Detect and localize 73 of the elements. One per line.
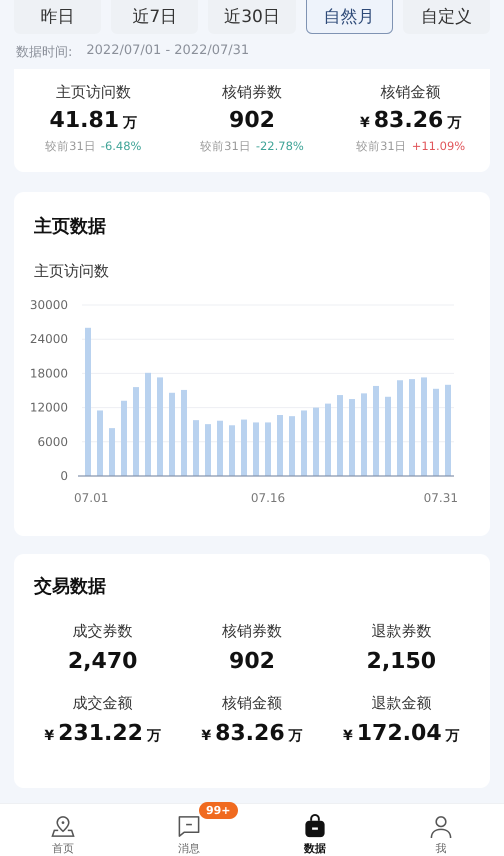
x-axis-label: 07.01 xyxy=(74,491,108,505)
bar xyxy=(265,422,271,476)
currency-symbol: ¥ xyxy=(201,728,212,744)
range-tab[interactable]: 自定义 xyxy=(402,0,490,34)
y-axis-label: 24000 xyxy=(30,332,68,346)
section-title: 交易数据 xyxy=(34,575,107,598)
y-axis-label: 0 xyxy=(60,469,68,483)
metric-value: 2,470 xyxy=(68,649,138,674)
range-tab[interactable]: 自然月 xyxy=(306,0,393,34)
bar xyxy=(109,428,115,476)
nav-tab[interactable]: 我 xyxy=(378,804,504,856)
date-range-label: 数据时间: xyxy=(16,44,72,62)
section-title: 主页数据 xyxy=(34,215,107,238)
bar xyxy=(97,410,103,476)
bar xyxy=(241,420,247,476)
compare-label: 较前31日 xyxy=(45,139,96,154)
date-range-value: 2022/07/01 - 2022/07/31 xyxy=(86,43,250,60)
metric-value: 83.26 xyxy=(374,108,444,133)
range-tab[interactable]: 近30日 xyxy=(208,0,296,34)
bar xyxy=(277,415,283,476)
metric-label: 成交金额 xyxy=(72,694,133,713)
unread-count-badge: 99+ xyxy=(199,802,238,819)
unit-label: 万 xyxy=(146,727,161,745)
compare-label: 较前31日 xyxy=(356,139,407,154)
unit-label: 万 xyxy=(446,727,460,745)
nav-tab[interactable]: 消息 99+ xyxy=(126,804,252,856)
bar xyxy=(229,425,235,476)
x-axis-label: 07.16 xyxy=(250,491,286,505)
bar xyxy=(205,424,211,476)
chart-title: 主页访问数 xyxy=(34,262,110,281)
x-axis-label: 07.31 xyxy=(424,491,458,505)
currency-symbol: ¥ xyxy=(44,728,54,744)
metric-label: 核销券数 xyxy=(222,622,282,641)
metric-value: 83.26 xyxy=(215,721,285,746)
range-tab[interactable]: 昨日 xyxy=(14,0,102,34)
y-axis-label: 30000 xyxy=(30,298,68,312)
metric-value: 2,150 xyxy=(366,649,436,674)
metric-label: 核销金额 xyxy=(380,83,441,102)
metric-value: 902 xyxy=(229,649,275,674)
bar xyxy=(193,420,199,476)
bar xyxy=(217,420,223,476)
metric-value: 231.22 xyxy=(58,721,143,746)
metric-label: 退款金额 xyxy=(371,694,432,713)
metric-value: 41.81 xyxy=(50,108,120,133)
metric-value: 902 xyxy=(229,108,275,133)
unit-label: 万 xyxy=(288,727,303,745)
nav-tab[interactable]: 数据 xyxy=(252,804,378,856)
metric-label: 退款券数 xyxy=(371,622,432,641)
metric-value: 172.04 xyxy=(356,721,442,746)
metric-label: 核销金额 xyxy=(222,694,282,713)
metric-label: 成交券数 xyxy=(72,622,133,641)
location-pin-icon xyxy=(50,814,76,839)
person-icon xyxy=(428,814,454,839)
message-icon xyxy=(176,814,202,839)
nav-tab[interactable]: 首页 xyxy=(0,804,126,856)
unit-label: 万 xyxy=(123,114,138,132)
bar xyxy=(313,408,319,476)
unit-label: 万 xyxy=(447,114,462,132)
currency-symbol: ¥ xyxy=(342,728,353,744)
metric-label: 核销券数 xyxy=(222,83,282,102)
bar xyxy=(253,422,259,476)
change-percent: +11.09% xyxy=(412,139,466,154)
change-percent: -6.48% xyxy=(100,139,142,154)
bar xyxy=(289,416,295,476)
y-axis-label: 6000 xyxy=(37,434,68,449)
y-axis-label: 12000 xyxy=(30,400,68,415)
change-percent: -22.78% xyxy=(256,139,304,154)
currency-symbol: ¥ xyxy=(360,115,370,131)
range-tab[interactable]: 近7日 xyxy=(111,0,198,34)
y-axis-label: 18000 xyxy=(30,366,68,380)
compare-label: 较前31日 xyxy=(200,139,251,154)
bar xyxy=(301,410,307,476)
metric-label: 主页访问数 xyxy=(56,83,131,102)
